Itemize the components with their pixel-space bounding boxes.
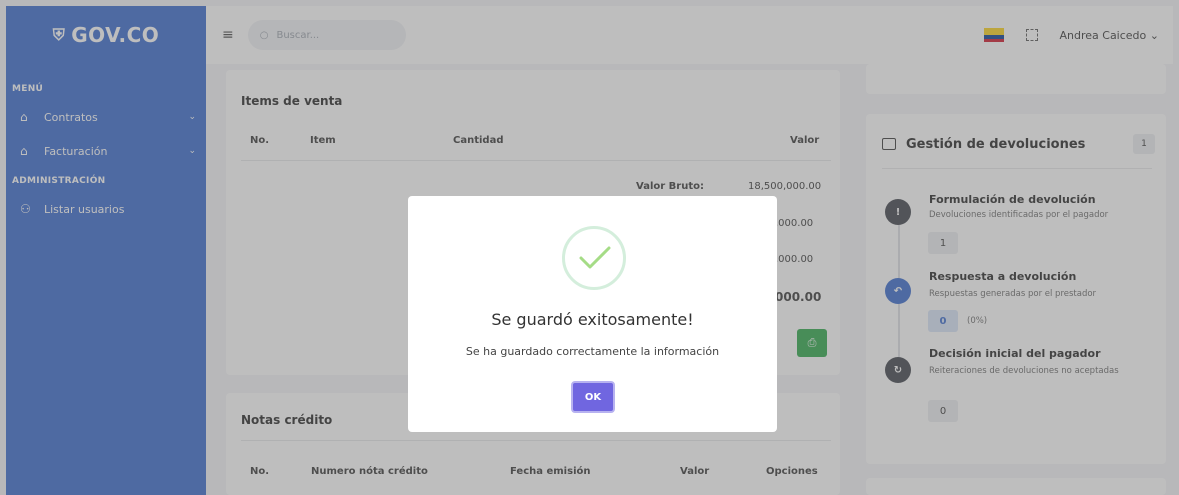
success-check-icon: [562, 226, 626, 290]
dialog-title: Se guardó exitosamente!: [491, 310, 694, 329]
success-dialog: Se guardó exitosamente! Se ha guardado c…: [408, 196, 777, 432]
ok-button[interactable]: OK: [571, 381, 615, 413]
dialog-message: Se ha guardado correctamente la informac…: [465, 345, 720, 358]
